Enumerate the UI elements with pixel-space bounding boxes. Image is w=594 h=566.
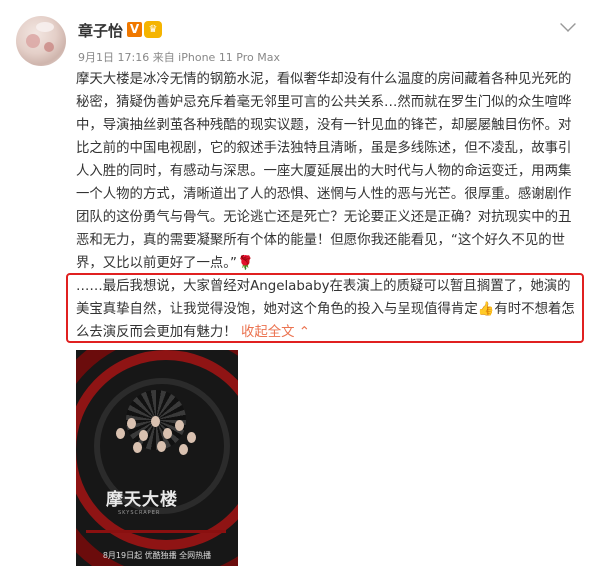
post-body: 摩天大楼是冰冷无情的钢筋水泥，看似奢华却没有什么温度的房间藏着各种见光死的秘密，… [76, 68, 581, 275]
avatar[interactable] [16, 16, 66, 66]
highlighted-text: ……最后我想说，大家曾经对Angelababy在表演上的质疑可以暂且搁置了，她演… [76, 275, 581, 344]
thumbs-up-icon: 👍 [477, 302, 495, 317]
post-paragraph: 摩天大楼是冰冷无情的钢筋水泥，看似奢华却没有什么温度的房间藏着各种见光死的秘密，… [76, 72, 572, 271]
rose-icon: 🌹 [236, 256, 254, 271]
poster-cast [111, 408, 203, 458]
poster-bottom-text: 8月19日起 优酷独播 全网热播 [102, 551, 212, 560]
poster-image[interactable]: 摩天大楼 SKYSCRAPER 8月19日起 优酷独播 全网热播 [76, 350, 238, 566]
collapse-text-link[interactable]: 收起全文 ⌃ [241, 325, 310, 340]
username[interactable]: 章子怡 [78, 20, 123, 41]
verified-badge-icon: V [127, 22, 142, 37]
poster-divider [86, 530, 226, 533]
post-header: 章子怡 V ♛ 9月1日 17:16 来自 iPhone 11 Pro Max [0, 0, 594, 70]
post-meta: 9月1日 17:16 来自 iPhone 11 Pro Max [78, 51, 280, 64]
vip-badge-icon: ♛ [144, 21, 162, 38]
poster-subtitle: SKYSCRAPER [118, 510, 161, 516]
poster-title: 摩天大楼 [106, 490, 178, 510]
chevron-down-icon[interactable] [560, 16, 576, 32]
